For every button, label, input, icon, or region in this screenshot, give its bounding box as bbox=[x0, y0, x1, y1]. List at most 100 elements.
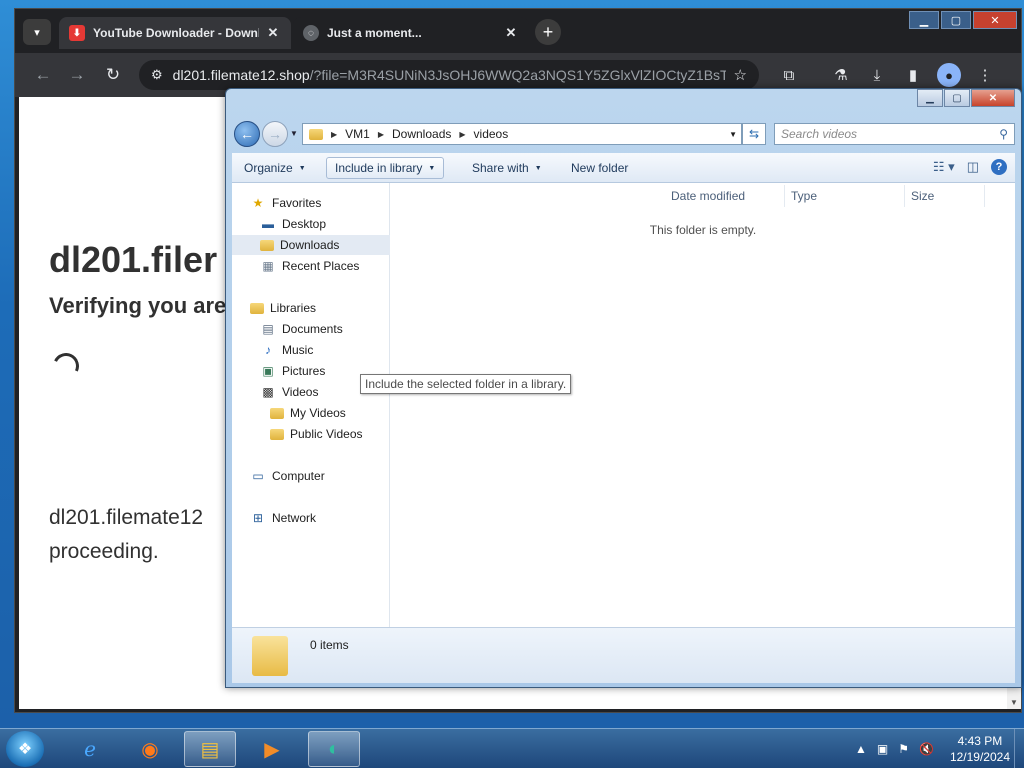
address-bar[interactable]: ⚙ dl201.filemate12.shop/?file=M3R4SUNiN3… bbox=[139, 60, 759, 90]
file-explorer-icon: ▤ bbox=[200, 738, 220, 761]
breadcrumb-videos[interactable]: videos bbox=[474, 127, 509, 141]
chevron-down-icon: ▼ bbox=[534, 164, 542, 172]
nav-computer[interactable]: ▭ Computer bbox=[232, 466, 390, 486]
nav-recent-places[interactable]: ▦ Recent Places bbox=[232, 256, 390, 276]
nav-label: Desktop bbox=[282, 217, 327, 231]
close-icon: ✕ bbox=[988, 92, 998, 104]
taskbar-media-player[interactable]: ▶ bbox=[246, 731, 298, 767]
refresh-button[interactable]: ⇆ bbox=[742, 123, 766, 145]
app-icon: ◐ bbox=[327, 737, 341, 760]
empty-folder-message: This folder is empty. bbox=[649, 223, 757, 237]
view-options-icon[interactable]: ☷ ▾ bbox=[933, 159, 955, 175]
menu-button[interactable]: ⋮ bbox=[973, 63, 997, 87]
search-input[interactable]: Search videos ⚲ bbox=[774, 123, 1015, 145]
downloads-button[interactable]: ⤓ bbox=[865, 63, 889, 87]
view-controls: ☷ ▾ ◫ ? bbox=[921, 159, 1007, 175]
nav-music[interactable]: ♪ Music bbox=[232, 340, 390, 360]
network-tray-icon[interactable]: ▣ bbox=[877, 742, 888, 756]
minimize-button[interactable]: ▁ bbox=[909, 11, 939, 29]
star-icon[interactable]: ☆ bbox=[734, 66, 747, 84]
network-icon: ⊞ bbox=[252, 511, 264, 525]
start-button[interactable]: ❖ bbox=[6, 731, 44, 767]
share-with-button[interactable]: Share with ▼ bbox=[464, 157, 550, 179]
breadcrumb-downloads[interactable]: Downloads bbox=[392, 127, 451, 141]
nav-downloads[interactable]: Downloads bbox=[232, 235, 390, 255]
tab-youtube-downloader[interactable]: ⬇ YouTube Downloader - Download ✕ bbox=[59, 17, 291, 49]
downloads-folder-icon bbox=[260, 239, 274, 251]
taskbar-firefox[interactable]: ◉ bbox=[124, 731, 176, 767]
nav-documents[interactable]: ▤ Documents bbox=[232, 319, 390, 339]
show-hidden-icons-icon[interactable]: ▲ bbox=[855, 742, 867, 756]
back-button[interactable]: ← bbox=[31, 63, 55, 87]
maximize-button[interactable]: ▢ bbox=[944, 89, 970, 107]
search-icon[interactable]: ⚲ bbox=[999, 127, 1008, 141]
nav-favorites[interactable]: ★ Favorites bbox=[232, 193, 390, 213]
new-folder-label: New folder bbox=[571, 161, 629, 175]
profile-icon: ● bbox=[945, 67, 953, 83]
folder-icon bbox=[270, 407, 284, 419]
close-icon[interactable]: ✕ bbox=[503, 25, 519, 41]
nav-label: Recent Places bbox=[282, 259, 360, 273]
column-type[interactable]: Type bbox=[785, 185, 905, 207]
close-window-button[interactable]: ✕ bbox=[971, 89, 1015, 107]
tab-search-button[interactable]: ▾ bbox=[23, 19, 51, 45]
globe-favicon-icon: ◌ bbox=[303, 25, 319, 41]
close-window-button[interactable]: ✕ bbox=[973, 11, 1017, 29]
address-row: ← → ▼ ▶ VM1 ▶ Downloads ▶ videos ▼ ⇆ Sea… bbox=[232, 119, 1015, 149]
command-bar: Organize ▼ Include in library ▼ Share with… bbox=[232, 153, 1015, 183]
chevron-down-icon: ▾ bbox=[34, 26, 40, 39]
include-in-library-button[interactable]: Include in library ▼ bbox=[326, 157, 445, 179]
taskbar-file-explorer[interactable]: ▤ bbox=[184, 731, 236, 767]
nav-label: Computer bbox=[272, 469, 325, 483]
column-date-modified[interactable]: Date modified bbox=[665, 185, 785, 207]
arrow-right-icon: → bbox=[68, 65, 86, 84]
file-list[interactable]: Date modified Type Size This folder is e… bbox=[391, 183, 1015, 627]
explorer-window: ▁ ▢ ✕ ← → ▼ ▶ VM1 ▶ Downloads ▶ videos ▼… bbox=[225, 88, 1022, 688]
url-text: dl201.filemate12.shop/?file=M3R4SUNiN3Js… bbox=[173, 67, 726, 83]
reload-button[interactable]: ↻ bbox=[101, 63, 125, 87]
taskbar-chrome[interactable]: ◐ bbox=[308, 731, 360, 767]
breadcrumb-vm1[interactable]: VM1 bbox=[345, 127, 370, 141]
side-panel-button[interactable]: ▮ bbox=[901, 63, 925, 87]
maximize-button[interactable]: ▢ bbox=[941, 11, 971, 29]
forward-button[interactable]: → bbox=[262, 121, 288, 147]
flag-icon[interactable]: ⚑ bbox=[898, 742, 909, 756]
column-size[interactable]: Size bbox=[905, 185, 985, 207]
arrow-right-icon: → bbox=[268, 126, 282, 142]
preview-pane-icon[interactable]: ◫ bbox=[967, 159, 979, 175]
extensions-button[interactable]: ⧉ bbox=[777, 63, 801, 87]
chevron-right-icon[interactable]: ▶ bbox=[459, 130, 465, 139]
minimize-button[interactable]: ▁ bbox=[917, 89, 943, 107]
scroll-down-icon[interactable]: ▼ bbox=[1010, 698, 1018, 707]
forward-button[interactable]: → bbox=[65, 63, 89, 87]
nav-label: Network bbox=[272, 511, 317, 525]
clock[interactable]: 4:43 PM 12/19/2024 bbox=[950, 733, 1010, 765]
nav-label: My Videos bbox=[290, 406, 346, 420]
help-icon[interactable]: ? bbox=[991, 159, 1007, 175]
back-button[interactable]: ← bbox=[234, 121, 260, 147]
nav-my-videos[interactable]: My Videos bbox=[232, 403, 390, 423]
labs-button[interactable]: ⚗ bbox=[829, 63, 853, 87]
chevron-right-icon[interactable]: ▶ bbox=[378, 130, 384, 139]
nav-network[interactable]: ⊞ Network bbox=[232, 508, 390, 528]
nav-public-videos[interactable]: Public Videos bbox=[232, 424, 390, 444]
nav-libraries[interactable]: Libraries bbox=[232, 298, 390, 318]
tooltip: Include the selected folder in a library… bbox=[360, 374, 572, 394]
profile-button[interactable]: ● bbox=[937, 63, 961, 87]
tab-just-a-moment[interactable]: ◌ Just a moment... ✕ bbox=[293, 17, 529, 49]
taskbar-internet-explorer[interactable]: ℯ bbox=[64, 731, 116, 767]
close-icon[interactable]: ✕ bbox=[265, 25, 281, 41]
recent-pages-icon[interactable]: ▼ bbox=[290, 129, 298, 138]
show-desktop-button[interactable] bbox=[1014, 729, 1024, 768]
chevron-down-icon[interactable]: ▼ bbox=[729, 130, 737, 139]
chevron-right-icon[interactable]: ▶ bbox=[331, 130, 337, 139]
nav-desktop[interactable]: ▬ Desktop bbox=[232, 214, 390, 234]
breadcrumb[interactable]: ▶ VM1 ▶ Downloads ▶ videos ▼ bbox=[302, 123, 742, 145]
volume-muted-icon[interactable]: 🔇 bbox=[919, 742, 934, 756]
organize-button[interactable]: Organize ▼ bbox=[236, 157, 314, 179]
refresh-icon: ⇆ bbox=[748, 127, 760, 141]
new-folder-button[interactable]: New folder bbox=[563, 157, 636, 179]
new-tab-button[interactable]: + bbox=[535, 19, 561, 45]
tune-icon[interactable]: ⚙ bbox=[151, 67, 163, 83]
arrow-left-icon: ← bbox=[240, 126, 254, 142]
